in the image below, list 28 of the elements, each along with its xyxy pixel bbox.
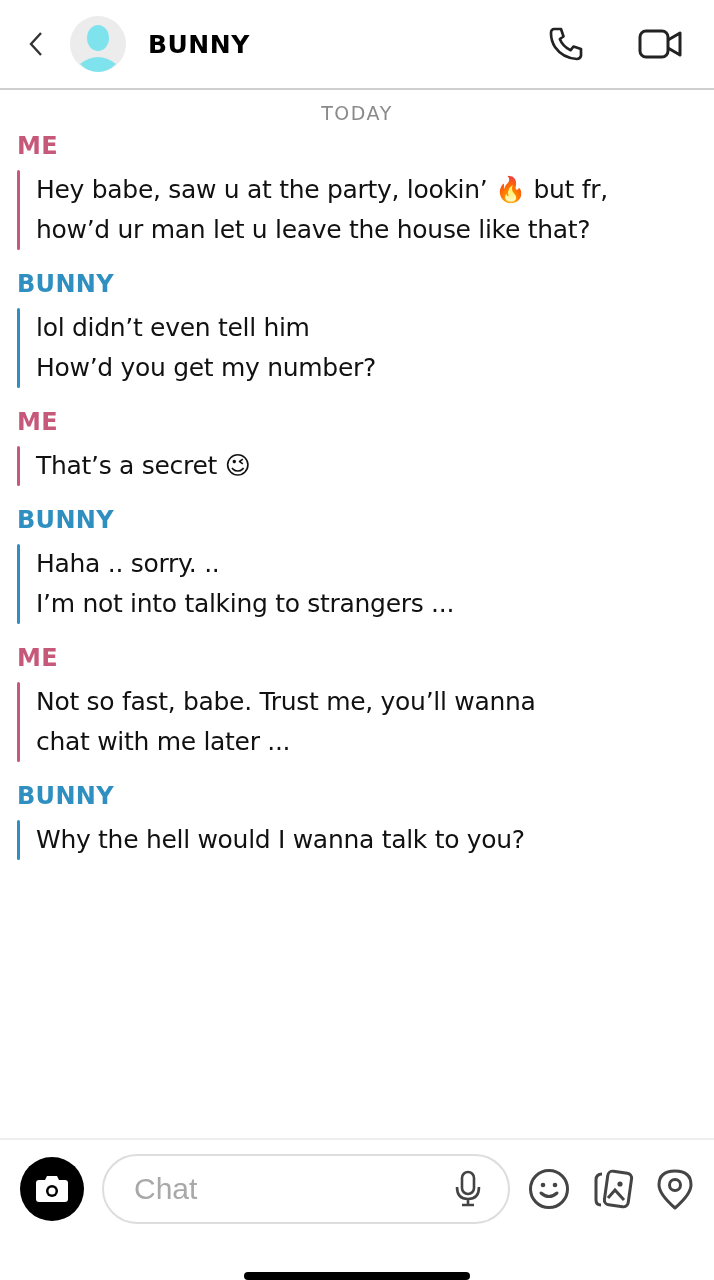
location-pin-icon[interactable] xyxy=(656,1168,694,1210)
message-text: That’s a secret 😉 xyxy=(36,450,251,482)
microphone-icon[interactable] xyxy=(454,1170,482,1208)
date-divider: TODAY xyxy=(321,102,393,124)
message-text: Hey babe, saw u at the party, lookin’ 🔥 but fr, xyxy=(36,174,608,206)
camera-icon xyxy=(35,1175,69,1203)
message-text: How’d you get my number? xyxy=(36,352,376,384)
sender-name: ME xyxy=(17,131,59,162)
message-text: chat with me later ... xyxy=(36,726,292,758)
sender-name: ME xyxy=(17,407,59,438)
sender-name: BUNNY xyxy=(17,269,115,300)
message-text: Why the hell would I wanna talk to you? xyxy=(36,824,525,856)
sender-name: BUNNY xyxy=(17,505,115,536)
message-bar xyxy=(17,446,20,486)
photos-icon[interactable] xyxy=(592,1168,634,1210)
message-text: I’m not into talking to strangers ... xyxy=(36,588,455,620)
chat-input-field[interactable]: Chat xyxy=(102,1154,510,1224)
video-call-button[interactable] xyxy=(638,27,684,61)
message-text: Haha .. sorry. .. xyxy=(36,548,221,580)
message-text: how’d ur man let u leave the house like that? xyxy=(36,214,592,246)
video-camera-icon xyxy=(638,27,684,61)
contact-name: BUNNY xyxy=(148,29,251,59)
sender-name: BUNNY xyxy=(17,781,115,812)
message-text: lol didn’t even tell him xyxy=(36,312,311,344)
message-text: Not so fast, babe. Trust me, you’ll wanna xyxy=(36,686,536,718)
message-bar xyxy=(17,820,20,860)
smiley-icon[interactable] xyxy=(528,1168,570,1210)
sender-name: ME xyxy=(17,643,59,674)
